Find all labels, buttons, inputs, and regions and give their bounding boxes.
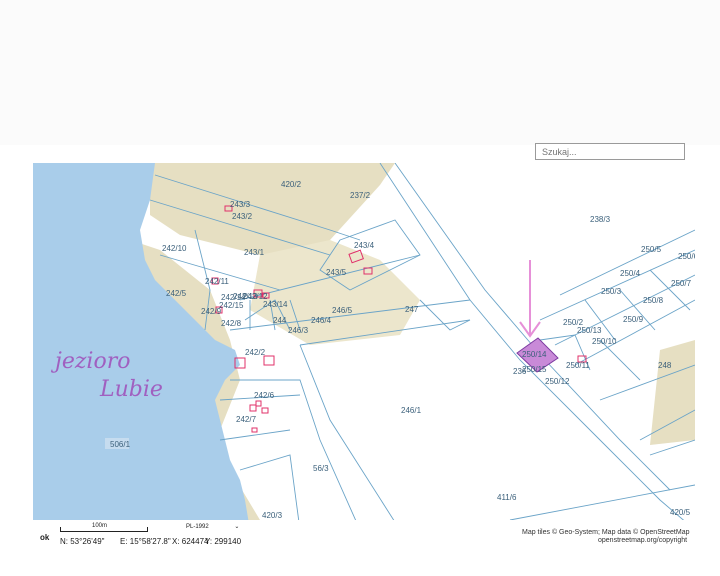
parcel-label: 242/5 (166, 289, 187, 298)
parcel-label: 250/12 (545, 377, 570, 386)
x-readout: X: 624474 (172, 537, 209, 546)
parcel-label: 250/4 (620, 269, 641, 278)
parcel-label: 250/5 (641, 245, 662, 254)
parcel-label: 242/15 (219, 301, 244, 310)
parcel-label: 246/3 (288, 326, 309, 335)
search-input[interactable] (535, 143, 685, 160)
parcel-label: 242/9 (201, 307, 222, 316)
parcel-label: 56/3 (313, 464, 329, 473)
parcel-label: 411/6 (497, 493, 517, 502)
parcel-label: 242/7 (236, 415, 257, 424)
parcel-label: 250/14 (522, 350, 547, 359)
parcel-label: 250/9 (623, 315, 644, 324)
parcel-label: 247 (405, 305, 419, 314)
parcel-label: 250/13 (577, 326, 602, 335)
parcel-label: 243/5 (326, 268, 347, 277)
y-readout: Y: 299140 (205, 537, 242, 546)
parcel-label: 250/6 (678, 252, 695, 261)
chevron-down-icon: ⌄ (234, 524, 240, 530)
parcel-label: 250/7 (671, 279, 692, 288)
parcel-label: 420/2 (281, 180, 302, 189)
parcel-label: 244 (273, 316, 287, 325)
parcel-label: 242/6 (254, 391, 275, 400)
parcel-label: 250/8 (643, 296, 664, 305)
handwritten-lake-name: Lubie (99, 377, 163, 402)
scale-label: 100m (92, 523, 108, 529)
parcel-label: 420/5 (670, 508, 691, 517)
parcel-label: 243/2 (232, 212, 253, 221)
latitude-readout: N: 53°26'49" (60, 537, 105, 546)
parcel-label: 243/3 (230, 200, 251, 209)
parcel-label: 237/2 (350, 191, 371, 200)
crs-value: PL-1992 (186, 524, 209, 530)
parcel-label: 420/3 (262, 511, 283, 520)
map-attribution-link[interactable]: openstreetmap.org/copyright (598, 537, 687, 544)
parcel-label: 242/10 (162, 244, 187, 253)
parcel-label: 242/8 (221, 319, 242, 328)
parcel-label: 246/5 (332, 306, 353, 315)
parcel-label: 242/2 (245, 348, 266, 357)
ok-button[interactable]: ok (40, 533, 49, 542)
parcel-label: 236 (513, 367, 527, 376)
parcel-label: 250/11 (566, 361, 590, 370)
parcel-label: 250/3 (601, 287, 622, 296)
handwritten-lake-name: jezioro (50, 349, 130, 374)
parcel-label: 250/10 (592, 337, 617, 346)
parcel-label: 248 (658, 361, 672, 370)
parcel-label: 246/4 (311, 316, 332, 325)
parcel-label: 242/11 (205, 277, 229, 286)
scan-top-margin (0, 0, 720, 145)
parcel-label: 238/3 (590, 215, 611, 224)
cadastral-map[interactable]: 420/2 243/3 237/2 243/2 238/3 242/10 243/1 243/… (33, 163, 695, 530)
parcel-label: 246/1 (401, 406, 422, 415)
longitude-readout: E: 15°58'27.8" (120, 537, 171, 546)
parcel-label: 243/4 (354, 241, 375, 250)
parcel-label: 243/14 (263, 300, 288, 309)
map-attribution: Map tiles © Geo-System; Map data © OpenS… (522, 529, 690, 536)
parcel-label: 506/1 (110, 440, 131, 449)
parcel-label: 243/1 (244, 248, 265, 257)
crs-select[interactable]: PL-1992 ⌄ (186, 523, 239, 530)
